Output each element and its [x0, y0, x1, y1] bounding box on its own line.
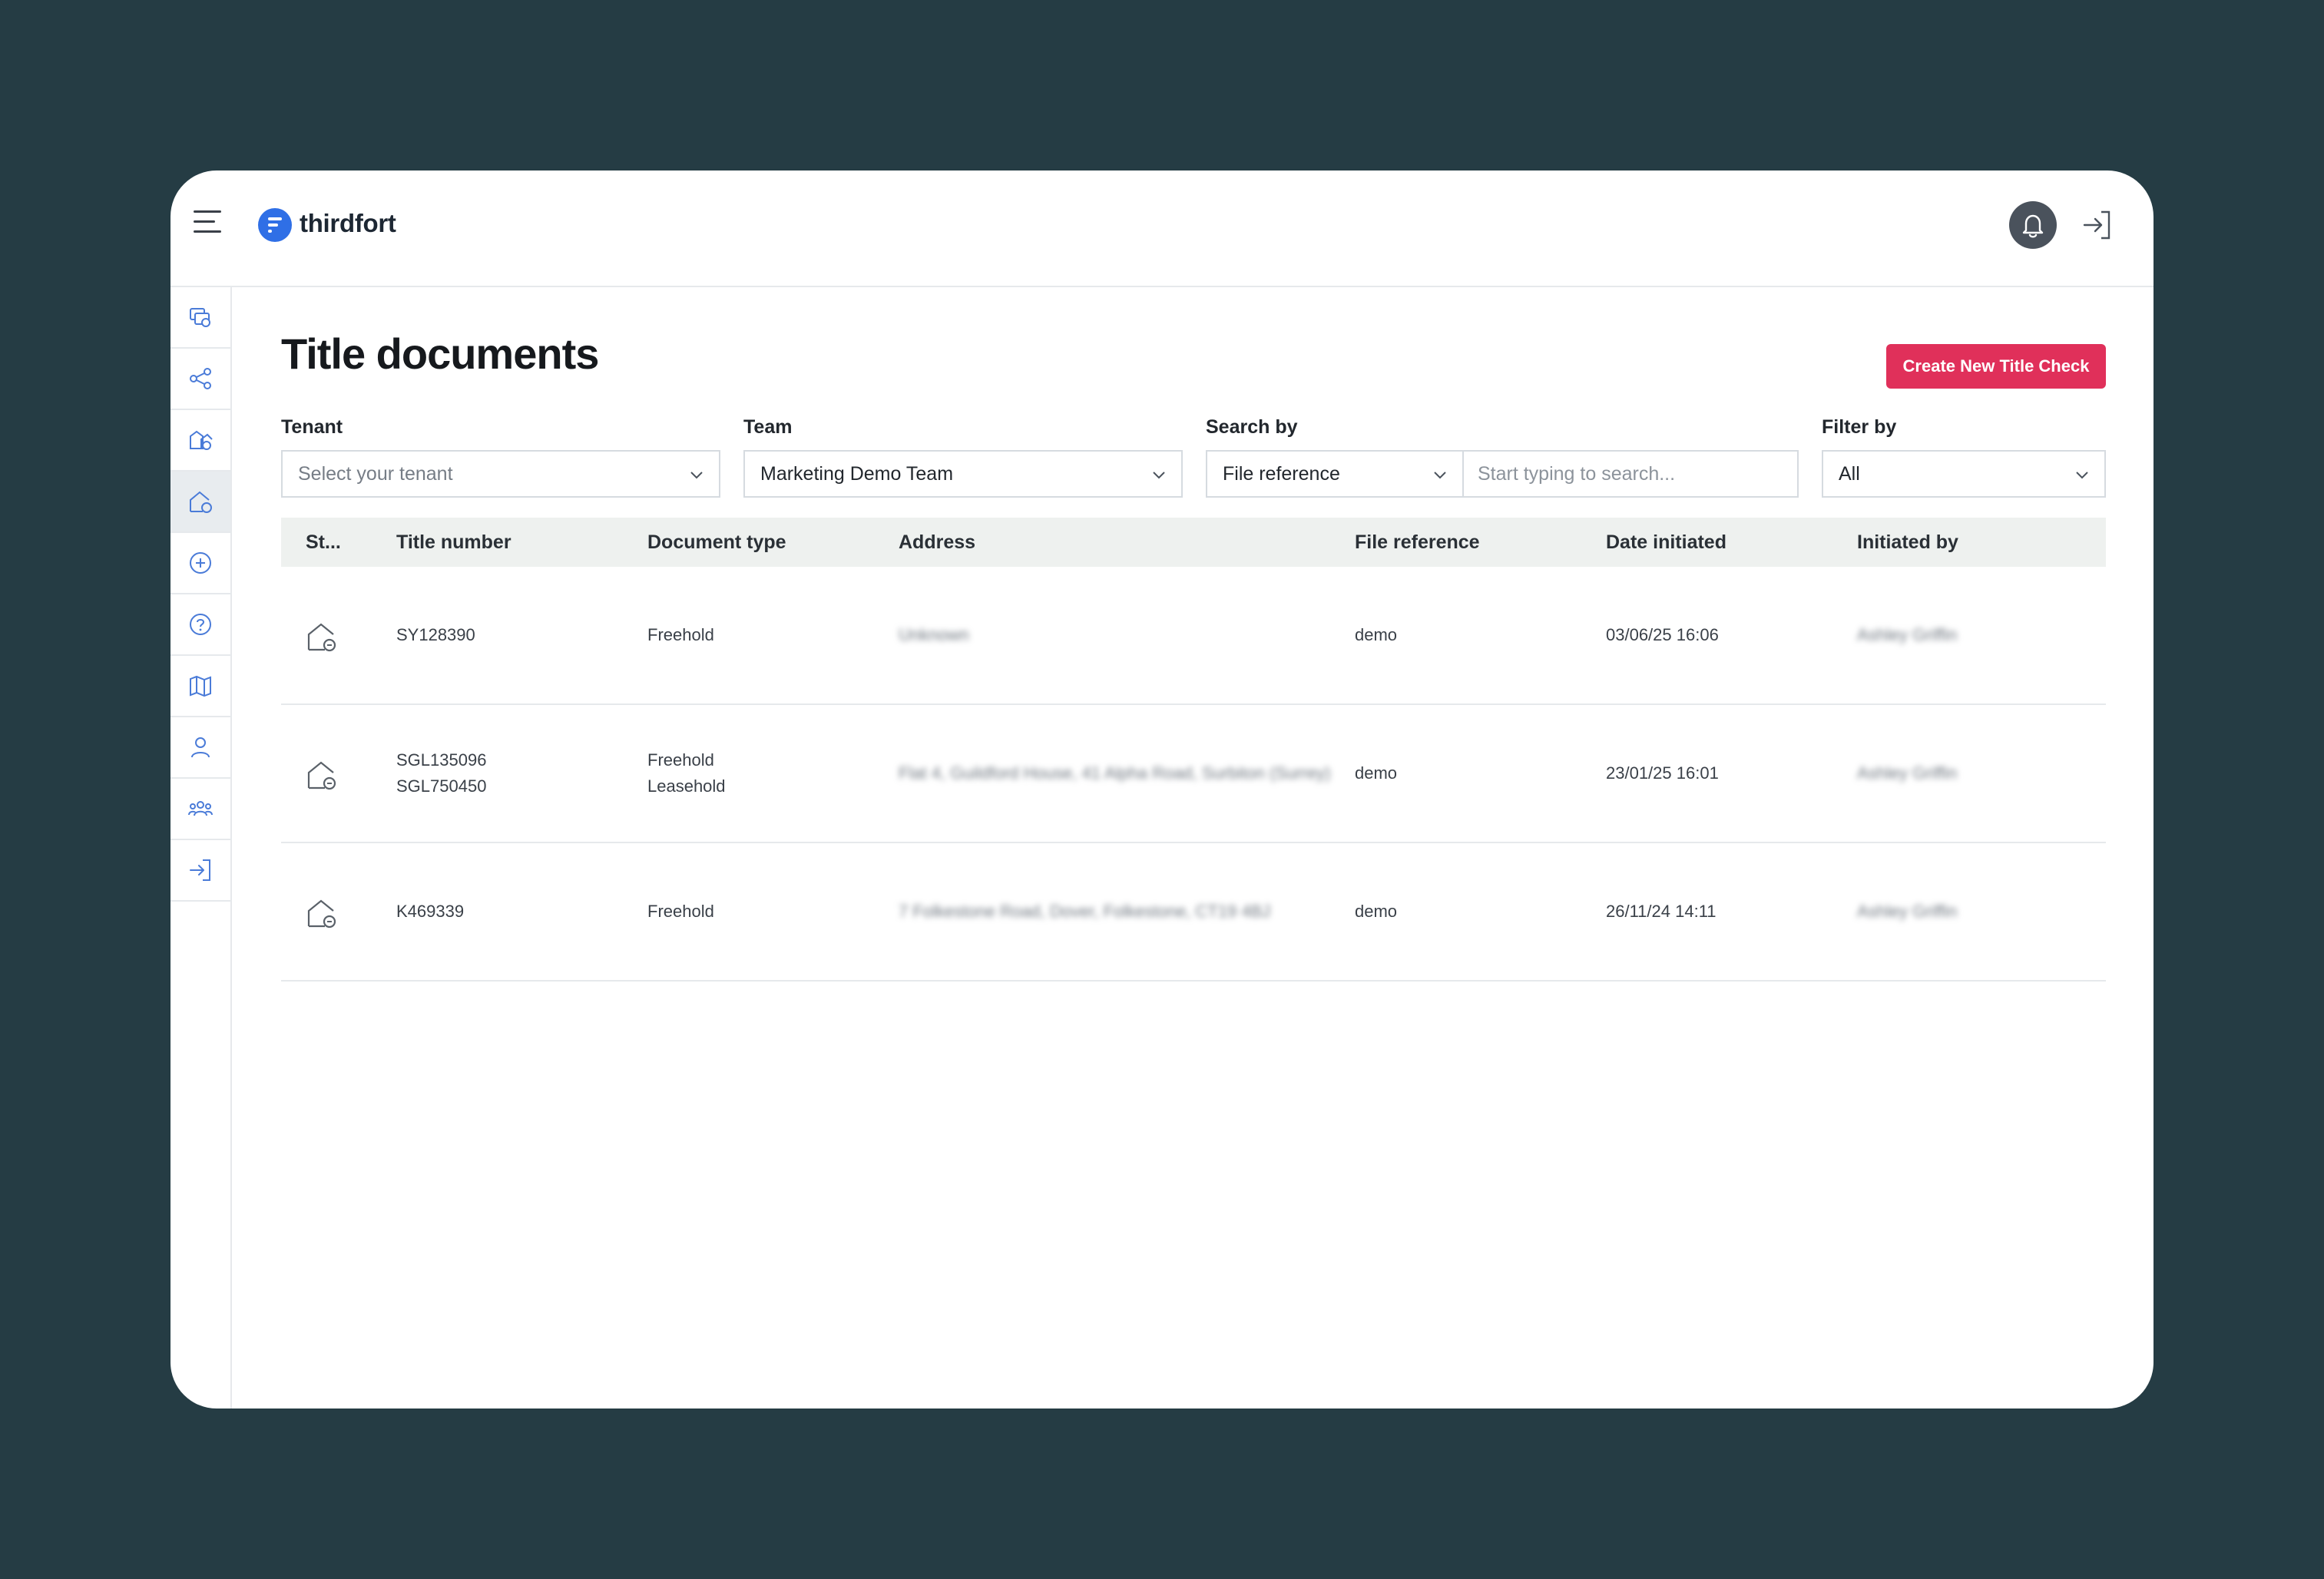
document-type: Freehold — [647, 902, 714, 921]
team-label: Team — [743, 416, 793, 438]
title-number: SGL135096 — [396, 750, 487, 770]
create-title-check-button[interactable]: Create New Title Check — [1886, 344, 2106, 389]
table-row[interactable]: K469339 Freehold 7 Folkestone Road, Dove… — [281, 843, 2106, 981]
plus-circle-icon — [190, 552, 211, 574]
search-by-label: Search by — [1206, 416, 1298, 438]
chevron-down-icon — [690, 472, 703, 479]
document-type: Freehold — [647, 625, 714, 644]
address: Unknown — [899, 625, 969, 644]
tenant-placeholder: Select your tenant — [298, 462, 453, 485]
team-select[interactable]: Marketing Demo Team — [743, 450, 1183, 498]
top-bar: thirdfort — [170, 170, 2154, 287]
chevron-down-icon — [1434, 472, 1446, 479]
brand-name: thirdfort — [300, 209, 396, 237]
file-reference: demo — [1355, 625, 1398, 644]
map-icon — [190, 675, 211, 697]
title-number: SGL750450 — [396, 776, 487, 796]
document-type: Leasehold — [647, 776, 726, 796]
file-reference: demo — [1355, 902, 1398, 921]
sidebar-item-share[interactable] — [170, 349, 230, 410]
id-check-icon — [190, 308, 210, 327]
sidebar-item-property-check[interactable] — [170, 410, 230, 472]
sidebar-item-new[interactable] — [170, 533, 230, 594]
initiated-by: Ashley Griffin — [1857, 625, 1958, 644]
initiated-by: Ashley Griffin — [1857, 763, 1958, 783]
document-type: Freehold — [647, 750, 714, 770]
filter-by-select[interactable]: All — [1822, 450, 2106, 498]
share-icon — [190, 368, 211, 389]
title-number: SY128390 — [396, 625, 475, 644]
filter-by-value: All — [1839, 462, 1860, 485]
title-document-icon — [190, 491, 212, 513]
sidebar-item-sign-out[interactable] — [170, 840, 230, 902]
column-header-title-number[interactable]: Title number — [396, 518, 511, 567]
property-check-icon — [190, 430, 213, 450]
sidebar-item-help[interactable] — [170, 594, 230, 656]
column-header-initiated-by[interactable]: Initiated by — [1857, 518, 1958, 567]
table-header: St... Title number Document type Address… — [281, 518, 2106, 567]
sidebar-item-team[interactable] — [170, 779, 230, 840]
column-header-address[interactable]: Address — [899, 518, 975, 567]
hamburger-icon[interactable] — [194, 210, 221, 233]
address: 7 Folkestone Road, Dover, Folkestone, CT… — [899, 902, 1271, 921]
filter-by-label: Filter by — [1822, 416, 1897, 438]
initiated-by: Ashley Griffin — [1857, 902, 1958, 921]
title-documents-table: St... Title number Document type Address… — [281, 518, 2106, 981]
column-header-status[interactable]: St... — [306, 518, 341, 567]
sidebar-item-id-check[interactable] — [170, 287, 230, 349]
date-initiated: 03/06/25 16:06 — [1606, 625, 1719, 644]
column-header-file-reference[interactable]: File reference — [1355, 518, 1480, 567]
page-title: Title documents — [281, 329, 599, 378]
app-window: thirdfort Title documents Create New Tit… — [170, 170, 2154, 1409]
file-reference: demo — [1355, 763, 1398, 783]
team-icon — [188, 801, 213, 816]
chevron-down-icon — [1153, 472, 1165, 479]
address: Flat 4, Guildford House, 41 Alpha Road, … — [899, 763, 1331, 783]
title-document-icon — [307, 899, 336, 929]
column-header-document-type[interactable]: Document type — [647, 518, 786, 567]
search-by-select[interactable]: File reference — [1206, 450, 1464, 498]
thirdfort-logo-icon — [258, 208, 292, 242]
help-icon — [190, 614, 211, 635]
sidebar-item-map[interactable] — [170, 656, 230, 717]
date-initiated: 23/01/25 16:01 — [1606, 763, 1719, 783]
chevron-down-icon — [2076, 472, 2088, 479]
sign-out-icon — [190, 859, 210, 881]
table-row[interactable]: SGL135096 SGL750450 Freehold Leasehold F… — [281, 705, 2106, 843]
title-document-icon — [307, 761, 336, 790]
date-initiated: 26/11/24 14:11 — [1606, 902, 1717, 921]
user-icon — [191, 737, 210, 758]
sidebar-item-user[interactable] — [170, 717, 230, 779]
column-header-date-initiated[interactable]: Date initiated — [1606, 518, 1726, 567]
table-row[interactable]: SY128390 Freehold Unknown demo 03/06/25 … — [281, 567, 2106, 705]
tenant-select[interactable]: Select your tenant — [281, 450, 720, 498]
sidebar-item-title-documents[interactable] — [170, 472, 230, 533]
bell-icon[interactable] — [2009, 201, 2057, 249]
title-document-icon — [307, 623, 336, 652]
title-number: K469339 — [396, 902, 465, 921]
sign-out-icon[interactable] — [2081, 209, 2114, 241]
tenant-label: Tenant — [281, 416, 343, 438]
team-value: Marketing Demo Team — [760, 462, 954, 485]
search-by-value: File reference — [1223, 462, 1340, 485]
search-input[interactable] — [1462, 450, 1799, 498]
sidebar — [170, 287, 232, 1409]
